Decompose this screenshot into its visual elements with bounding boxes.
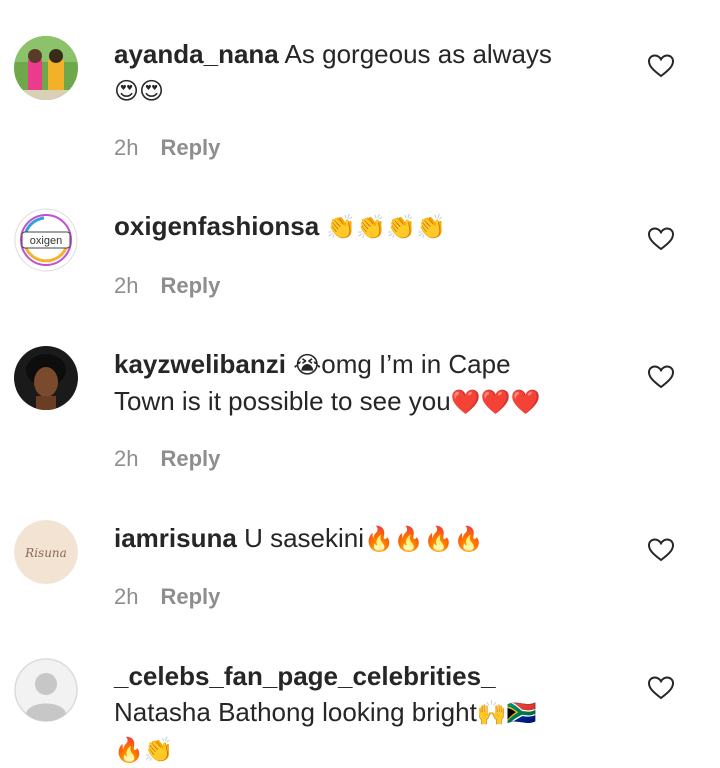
heart-outline-icon[interactable] xyxy=(648,54,674,78)
emoji-heart-eyes: 😍😍 xyxy=(114,77,165,105)
heart-outline-icon[interactable] xyxy=(648,676,674,700)
emoji-clap: 👏👏👏👏 xyxy=(326,213,446,241)
comment-body: oxigenfashionsa 👏👏👏👏 xyxy=(114,208,614,245)
comment-body: ayanda_nana As gorgeous as always 😍😍 xyxy=(114,36,614,109)
comment-meta: 2h Reply xyxy=(114,272,220,300)
emoji-raised-hands-flag: 🙌🇿🇦 xyxy=(476,699,537,727)
comment-meta: 2h Reply xyxy=(114,583,220,611)
avatar[interactable]: Risuna xyxy=(14,520,78,584)
comment-body: kayzwelibanzi 😭omg I’m in Cape Town is i… xyxy=(114,346,614,420)
comment-body: iamrisuna U sasekini🔥🔥🔥🔥 xyxy=(114,520,614,557)
comment-username[interactable]: _celebs_fan_page_celebrities_ xyxy=(114,661,496,691)
heart-outline-icon[interactable] xyxy=(648,538,674,562)
comment-time: 2h xyxy=(114,135,139,160)
heart-outline-icon[interactable] xyxy=(648,365,674,389)
reply-button[interactable]: Reply xyxy=(160,273,220,298)
comment-meta: 2h Reply xyxy=(114,134,220,162)
comment-body: _celebs_fan_page_celebrities_ Natasha Ba… xyxy=(114,658,614,768)
reply-button[interactable]: Reply xyxy=(160,135,220,160)
comment-username[interactable]: kayzwelibanzi xyxy=(114,349,286,379)
comment-username[interactable]: iamrisuna xyxy=(114,523,237,553)
avatar-logo-text: oxigen xyxy=(30,235,62,247)
default-avatar-icon[interactable] xyxy=(14,658,78,722)
comment-meta: 2h Reply xyxy=(114,445,220,473)
comment-time: 2h xyxy=(114,273,139,298)
reply-button[interactable]: Reply xyxy=(160,446,220,471)
comment-text-line1: omg I’m in Cape xyxy=(321,349,511,379)
comment-text: As gorgeous as always xyxy=(284,39,552,69)
avatar-logo-text: Risuna xyxy=(24,546,67,560)
emoji-red-hearts: ❤️❤️❤️ xyxy=(450,388,541,416)
comment-time: 2h xyxy=(114,446,139,471)
avatar[interactable]: oxigen xyxy=(14,208,78,272)
emoji-crying: 😭 xyxy=(293,351,322,379)
emoji-fire: 🔥🔥🔥🔥 xyxy=(364,525,484,553)
comment-text: U sasekini xyxy=(244,523,364,553)
avatar[interactable] xyxy=(14,346,78,410)
avatar[interactable] xyxy=(14,36,78,100)
comment-text: Natasha Bathong looking bright xyxy=(114,697,477,727)
reply-button[interactable]: Reply xyxy=(160,584,220,609)
comment-time: 2h xyxy=(114,584,139,609)
heart-outline-icon[interactable] xyxy=(648,227,674,251)
emoji-fire-clap: 🔥👏 xyxy=(114,736,174,764)
comment-username[interactable]: ayanda_nana xyxy=(114,39,279,69)
comment-text-line2: Town is it possible to see you xyxy=(114,386,451,416)
comment-username[interactable]: oxigenfashionsa xyxy=(114,211,319,241)
